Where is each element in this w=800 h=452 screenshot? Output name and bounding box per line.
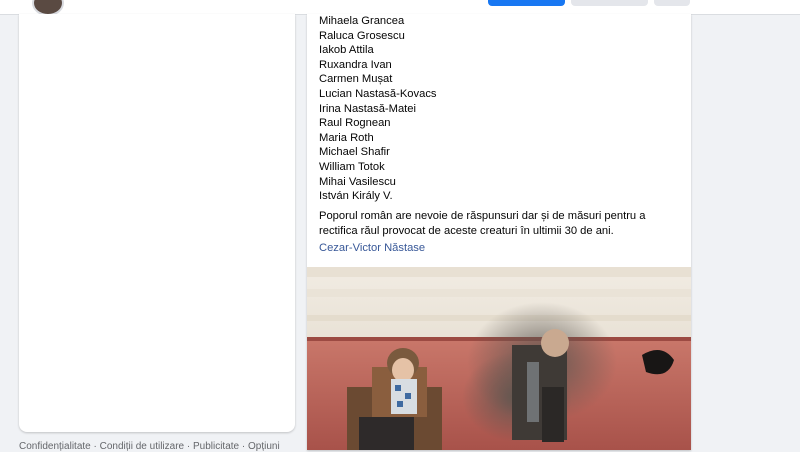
footer-links[interactable]: Confidențialitate · Condiții de utilizar… — [19, 441, 280, 452]
list-item: Irina Nastasă-Matei — [319, 102, 416, 115]
list-item: Maria Roth — [319, 131, 374, 144]
post-card: Mihaela Grancea Raluca Grosescu Iakob At… — [307, 14, 691, 450]
names-list: Mihaela Grancea Raluca Grosescu Iakob At… — [319, 14, 437, 204]
author-link[interactable]: Cezar-Victor Năstase — [319, 242, 425, 254]
list-item: Raul Rognean — [319, 117, 391, 130]
list-item: Iakob Attila — [319, 44, 374, 57]
secondary-action-button[interactable] — [571, 0, 648, 6]
primary-action-button[interactable] — [488, 0, 565, 6]
post-paragraph: Poporul român are nevoie de răspunsuri d… — [319, 210, 646, 237]
post-photo[interactable] — [307, 267, 691, 450]
more-options-button[interactable] — [654, 0, 690, 6]
list-item: Mihaela Grancea — [319, 15, 405, 27]
top-navigation-bar — [0, 0, 800, 16]
list-item: Lucian Nastasă-Kovacs — [319, 87, 437, 100]
list-item: Mihai Vasilescu — [319, 175, 396, 188]
list-item: Carmen Mușat — [319, 73, 393, 86]
list-item: Raluca Grosescu — [319, 29, 405, 42]
left-sidebar-card — [19, 14, 295, 432]
list-item: Ruxandra Ivan — [319, 58, 392, 71]
list-item: William Totok — [319, 160, 385, 173]
list-item: István Király V. — [319, 190, 393, 203]
list-item: Michael Shafir — [319, 146, 390, 159]
